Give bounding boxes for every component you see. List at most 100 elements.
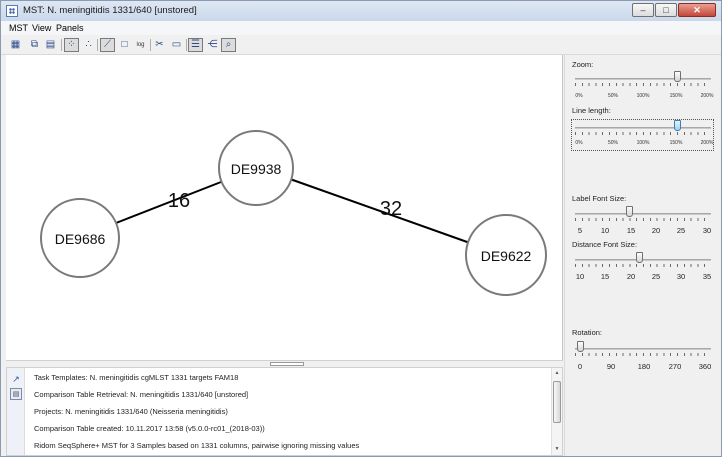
distance-font-size-track	[575, 259, 711, 261]
layout-nodes-icon[interactable]: ⁘	[64, 38, 79, 52]
line-length-thumb[interactable]	[674, 120, 681, 131]
tick-label: 25	[651, 272, 661, 281]
line-length-ticks	[575, 132, 711, 135]
node-label: DE9938	[231, 161, 282, 177]
edge-tool-icon[interactable]: ⟋	[100, 38, 115, 52]
toolbar: ▦ ⧉ ▤ ⁘ ∴ ⟋ □ log ✂ ▭ ☰ ⋲ ⌕	[1, 35, 721, 55]
maximize-button[interactable]: □	[655, 3, 677, 17]
log-line: Task Templates: N. meningitidis cgMLST 1…	[34, 373, 239, 382]
tick-label: 200%	[700, 140, 714, 146]
tick-label: 0%	[575, 93, 583, 99]
node-label: DE9622	[481, 248, 532, 264]
tick-label: 0	[577, 362, 583, 371]
toolbar-separator	[97, 39, 98, 51]
splitter-grip[interactable]	[270, 362, 304, 366]
tick-label: 25	[676, 226, 686, 235]
minimize-button[interactable]: –	[632, 3, 654, 17]
log-scrollbar[interactable]: ▲ ▼	[551, 368, 562, 455]
line-length-tick-labels: 0% 50% 100% 150% 200%	[565, 140, 721, 150]
edge-distance-label: 16	[168, 190, 190, 212]
toolbar-separator	[61, 39, 62, 51]
title-bar[interactable]: MST: N. meningitidis 1331/640 [unstored]…	[1, 1, 721, 21]
log-scale-icon[interactable]: log	[133, 38, 148, 52]
tick-label: 150%	[669, 93, 683, 99]
log-line: Comparison Table Retrieval: N. meningiti…	[34, 390, 249, 399]
mst-canvas[interactable]: 16 32 DE9686 DE9938 DE9622	[6, 55, 563, 360]
scroll-down-icon[interactable]: ▼	[552, 445, 562, 454]
distance-font-size-tick-labels: 10 15 20 25 30 35	[565, 272, 721, 282]
tick-label: 0%	[575, 140, 583, 146]
log-line: Ridom SeqSphere+ MST for 3 Samples based…	[34, 441, 360, 450]
tick-label: 100%	[636, 93, 650, 99]
rotation-thumb[interactable]	[577, 341, 584, 352]
distance-font-size-label: Distance Font Size:	[572, 240, 638, 249]
tick-label: 5	[577, 226, 583, 235]
tick-label: 35	[702, 272, 712, 281]
log-panel: ↗ ▤ Task Templates: N. meningitidis cgML…	[6, 367, 563, 456]
label-font-size-thumb[interactable]	[626, 206, 633, 217]
square-icon[interactable]: □	[117, 38, 132, 52]
zoom-slider[interactable]	[575, 70, 711, 92]
close-icon: ✕	[693, 5, 701, 15]
settings-panel: Zoom: 0% 50% 100% 150% 200% Line length:…	[564, 55, 720, 456]
scroll-thumb[interactable]	[553, 381, 561, 423]
line-length-track	[575, 127, 711, 129]
scissors-icon[interactable]: ✂	[152, 38, 167, 52]
distance-font-size-thumb[interactable]	[636, 252, 643, 263]
log-line: Projects: N. meningitidis 1331/640 (Neis…	[34, 407, 228, 416]
rotation-track	[575, 348, 711, 350]
label-font-size-label: Label Font Size:	[572, 194, 627, 203]
panel-splitter[interactable]	[6, 360, 563, 367]
tick-label: 20	[651, 226, 661, 235]
copy-icon[interactable]: ⧉	[27, 38, 42, 52]
line-length-slider[interactable]	[575, 119, 711, 141]
tick-label: 100%	[636, 140, 650, 146]
log-side-toolbar: ↗ ▤	[7, 368, 25, 455]
tick-label: 10	[575, 272, 585, 281]
distance-font-size-ticks	[575, 264, 711, 267]
zoom-icon[interactable]: ⌕	[221, 38, 236, 52]
maximize-icon: □	[663, 5, 669, 15]
label-font-size-slider[interactable]	[575, 205, 711, 227]
tick-label: 10	[600, 226, 610, 235]
tick-label: 270	[668, 362, 682, 371]
export-image-icon[interactable]: ▦	[8, 38, 23, 52]
rotation-slider[interactable]	[575, 340, 711, 362]
tick-label: 30	[676, 272, 686, 281]
label-font-size-track	[575, 213, 711, 215]
scroll-up-icon[interactable]: ▲	[552, 369, 562, 378]
log-line: Comparison Table created: 10.11.2017 13:…	[34, 424, 265, 433]
zoom-track	[575, 78, 711, 80]
mst-window: MST: N. meningitidis 1331/640 [unstored]…	[0, 0, 722, 457]
scatter-icon[interactable]: ∴	[81, 38, 96, 52]
tick-label: 90	[606, 362, 616, 371]
label-icon[interactable]: ▭	[169, 38, 184, 52]
menu-mst[interactable]: MST	[9, 23, 28, 33]
distance-font-size-slider[interactable]	[575, 251, 711, 273]
label-font-size-tick-labels: 5 10 15 20 25 30	[565, 226, 721, 236]
export-log-icon[interactable]: ↗	[10, 373, 22, 385]
toolbar-separator	[186, 39, 187, 51]
tick-label: 50%	[607, 93, 619, 99]
tick-label: 360	[698, 362, 712, 371]
log-lines: Task Templates: N. meningitidis cgMLST 1…	[34, 371, 554, 456]
zoom-ticks	[575, 83, 711, 86]
tick-label: 20	[626, 272, 636, 281]
zoom-tick-labels: 0% 50% 100% 150% 200%	[565, 93, 721, 103]
menu-view[interactable]: View	[32, 23, 51, 33]
menu-panels[interactable]: Panels	[56, 23, 84, 33]
window-title: MST: N. meningitidis 1331/640 [unstored]	[23, 5, 197, 16]
log-details-icon[interactable]: ▤	[10, 388, 22, 400]
mst-graph: 16 32 DE9686 DE9938 DE9622	[40, 130, 547, 296]
tick-label: 50%	[607, 140, 619, 146]
zoom-thumb[interactable]	[674, 71, 681, 82]
tick-label: 30	[702, 226, 712, 235]
close-button[interactable]: ✕	[678, 3, 716, 17]
toolbar-separator	[150, 39, 151, 51]
rotation-label: Rotation:	[572, 328, 603, 337]
clipboard-icon[interactable]: ▤	[43, 38, 58, 52]
line-length-label: Line length:	[572, 106, 611, 115]
tree-icon[interactable]: ⋲	[205, 38, 220, 52]
list-icon[interactable]: ☰	[188, 38, 203, 52]
node-label: DE9686	[55, 231, 106, 247]
